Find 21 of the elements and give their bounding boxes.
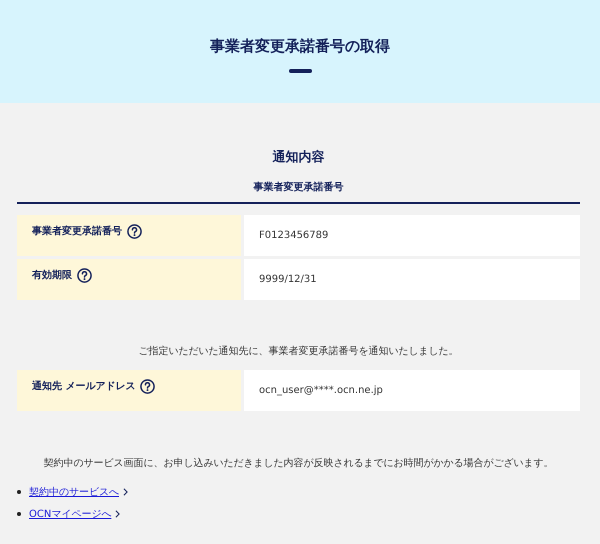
note-text: 契約中のサービス画面に、お申し込みいただきました内容が反映されるまでにお時間がかかる場合がございます。 — [42, 457, 554, 471]
section-subtitle: 事業者変更承諾番号 — [252, 181, 344, 194]
link[interactable]: OCNマイページへ — [29, 507, 112, 521]
value-cell: ocn_user@****.ocn.ne.jp — [244, 370, 580, 411]
section-title: 通知内容 — [272, 150, 326, 166]
field-label: 通知先 メールアドレス — [32, 380, 136, 394]
help-icon[interactable] — [127, 224, 142, 239]
bullet-icon — [17, 512, 21, 516]
help-icon[interactable] — [140, 379, 156, 394]
value-cell: F0123456789 — [244, 215, 580, 256]
chevron-icon — [123, 488, 128, 496]
help-icon[interactable] — [77, 268, 92, 283]
notice-text: ご指定いただいた通知先に、事業者変更承諾番号を通知いたしました。 — [138, 345, 460, 359]
chevron-icon — [115, 510, 120, 518]
field-label: 事業者変更承諾番号 — [32, 224, 122, 239]
link[interactable]: 契約中のサービスへ — [29, 485, 119, 499]
bullet-icon — [17, 490, 21, 494]
value-cell: 9999/12/31 — [244, 259, 580, 300]
page-title: 事業者変更承諾番号の取得 — [210, 36, 390, 56]
field-label: 有効期限 — [32, 268, 72, 283]
title-underline — [288, 69, 312, 73]
